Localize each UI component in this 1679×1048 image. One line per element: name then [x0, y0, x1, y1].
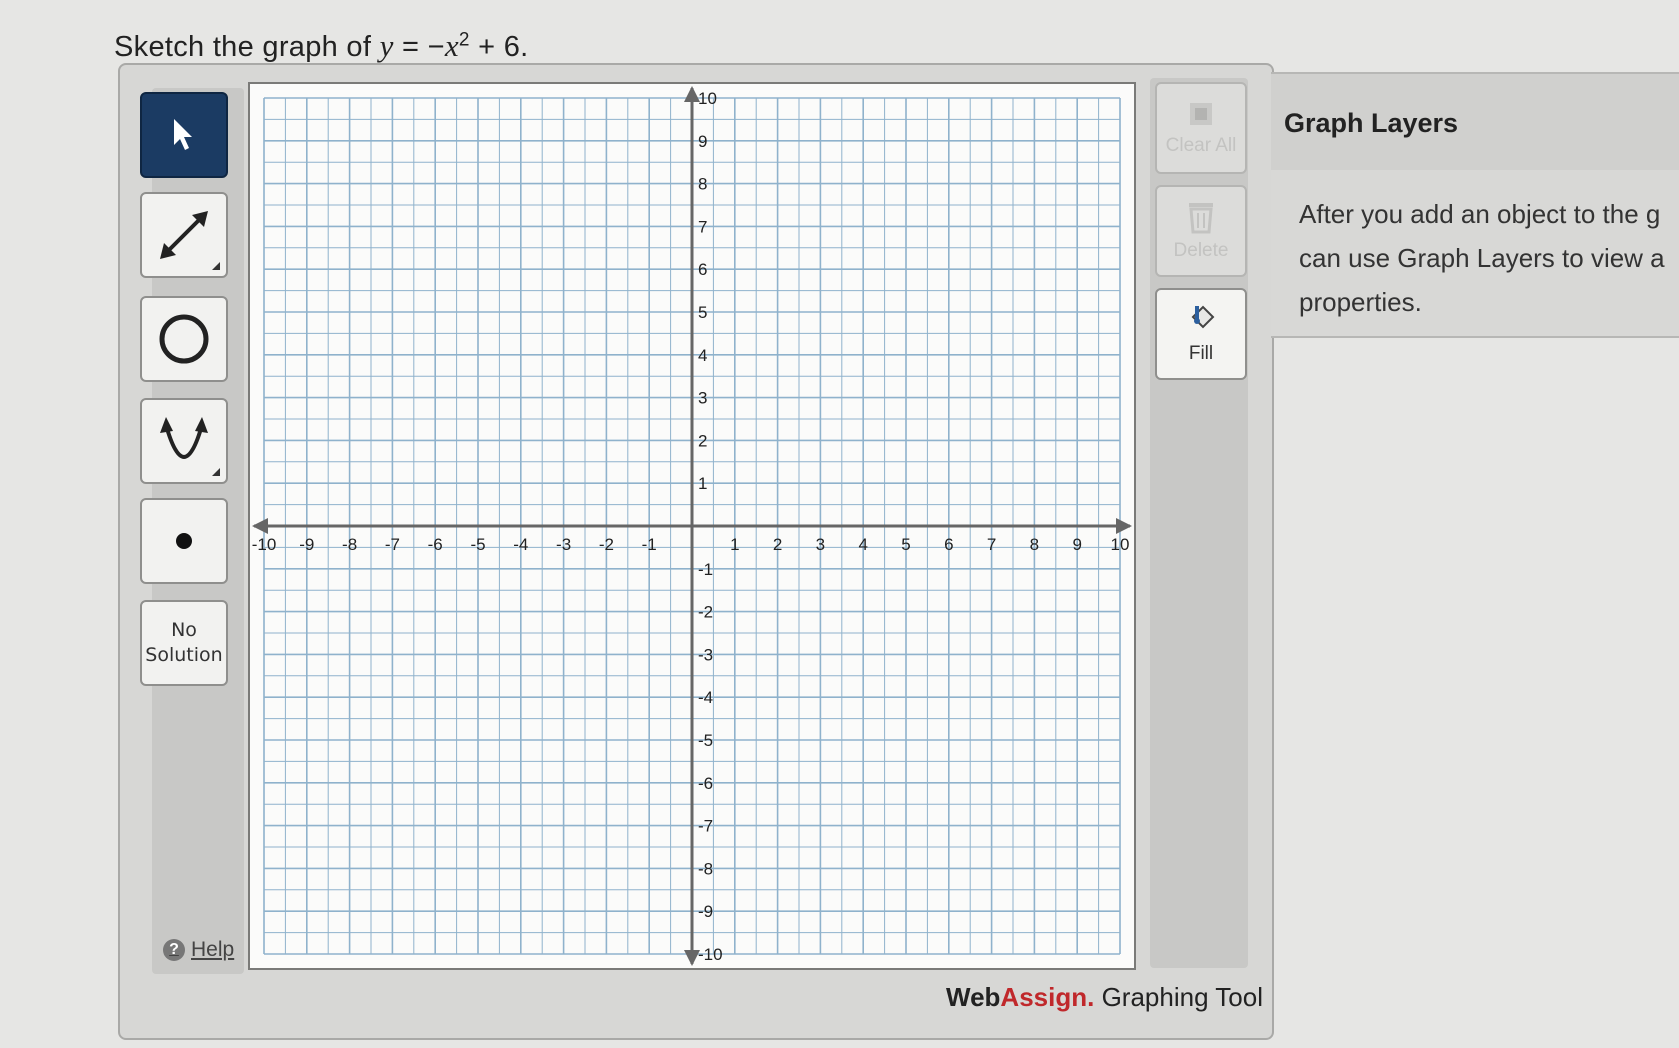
line-tool-expand-indicator	[212, 262, 220, 270]
parabola-tool-expand-indicator	[212, 468, 220, 476]
x-axis-arrow-right	[1116, 518, 1132, 534]
x-tick-label: -1	[642, 535, 657, 554]
x-tick-label: 10	[1111, 535, 1130, 554]
fill-button[interactable]: Fill	[1155, 288, 1247, 380]
webassign-branding: WebAssign. Graphing Tool	[946, 982, 1263, 1013]
coordinate-plane[interactable]: -10 -9 -8 -7 -6 -5 -4 -3 -2 -1 1 2 3 4 5 6 7 8 9 10 10 9 8 7 6 5 4…	[250, 84, 1134, 968]
x-tick-label: -8	[342, 535, 357, 554]
brand-web: Web	[946, 982, 1001, 1012]
x-tick-label: 1	[730, 535, 739, 554]
y-tick-label: -10	[698, 945, 723, 964]
graph-layers-header[interactable]: Graph Layers	[1271, 72, 1679, 172]
arrow-pointer-icon	[174, 119, 192, 150]
line-tool-button[interactable]	[140, 192, 228, 278]
y-tick-label: 4	[698, 346, 707, 365]
y-tick-label: -9	[698, 902, 713, 921]
question-eq: = −	[401, 31, 445, 63]
question-var-x: x	[444, 28, 459, 63]
delete-label: Delete	[1173, 240, 1229, 261]
y-tick-label: 1	[698, 474, 707, 493]
x-tick-label: -5	[470, 535, 485, 554]
point-tool-button[interactable]	[140, 498, 228, 584]
y-tick-label: -4	[698, 688, 713, 707]
question-var-y: y	[379, 28, 394, 63]
y-tick-label: 8	[698, 175, 707, 194]
clear-all-label: Clear All	[1165, 135, 1237, 156]
x-tick-label: 2	[773, 535, 782, 554]
x-tick-label: 9	[1072, 535, 1081, 554]
y-tick-label: -5	[698, 731, 713, 750]
delete-button[interactable]: Delete	[1155, 185, 1247, 277]
fill-label: Fill	[1188, 343, 1214, 364]
help-icon: ?	[163, 939, 185, 961]
brand-graphing-tool: Graphing Tool	[1101, 982, 1263, 1012]
no-solution-line1: No	[171, 619, 197, 641]
question-prefix: Sketch the graph of	[114, 31, 372, 63]
trash-icon	[1189, 203, 1213, 234]
select-tool-button[interactable]	[140, 92, 228, 178]
y-tick-label: -8	[698, 859, 713, 878]
circle-tool-button[interactable]	[140, 296, 228, 382]
x-tick-label: -10	[252, 535, 277, 554]
circle-icon	[159, 314, 209, 364]
x-tick-label: 5	[901, 535, 910, 554]
x-tick-label: 3	[816, 535, 825, 554]
question-suffix: + 6.	[478, 31, 529, 63]
parabola-icon	[160, 417, 208, 459]
x-tick-label: 6	[944, 535, 953, 554]
clear-all-icon	[1190, 103, 1212, 125]
y-tick-label: -7	[698, 817, 713, 836]
x-tick-label: 8	[1030, 535, 1039, 554]
x-tick-label: -2	[599, 535, 614, 554]
parabola-tool-button[interactable]	[140, 398, 228, 484]
x-tick-label: -9	[299, 535, 314, 554]
clear-all-button[interactable]: Clear All	[1155, 82, 1247, 174]
help-label: Help	[191, 938, 235, 961]
paint-bucket-icon	[1191, 305, 1215, 329]
y-tick-label: -2	[698, 603, 713, 622]
no-solution-button[interactable]: No Solution	[140, 600, 228, 686]
y-tick-label: 7	[698, 217, 707, 236]
x-tick-label: 4	[858, 535, 867, 554]
x-tick-label: -4	[513, 535, 528, 554]
x-tick-label: -6	[428, 535, 443, 554]
y-tick-label: 6	[698, 260, 707, 279]
x-tick-label: -7	[385, 535, 400, 554]
brand-assign: Assign.	[1000, 982, 1095, 1012]
y-tick-label: -6	[698, 774, 713, 793]
question-text: Sketch the graph of y = −x2 + 6.	[114, 28, 529, 64]
y-tick-label: 2	[698, 431, 707, 450]
point-icon	[176, 533, 192, 549]
y-tick-label: -3	[698, 645, 713, 664]
graph-layers-title: Graph Layers	[1284, 108, 1459, 138]
double-arrow-line-icon	[160, 211, 208, 259]
x-tick-label: 7	[987, 535, 996, 554]
graph-layers-description: After you add an object to the g can use…	[1299, 199, 1665, 317]
y-tick-label: 5	[698, 303, 707, 322]
y-tick-label: -1	[698, 560, 713, 579]
help-link[interactable]: ? Help	[163, 938, 234, 962]
graph-layers-panel: After you add an object to the g can use…	[1271, 170, 1679, 338]
graph-canvas[interactable]: -10 -9 -8 -7 -6 -5 -4 -3 -2 -1 1 2 3 4 5 6 7 8 9 10 10 9 8 7 6 5 4…	[248, 82, 1136, 970]
x-tick-label: -3	[556, 535, 571, 554]
y-tick-label: 9	[698, 132, 707, 151]
x-axis-arrow-left	[252, 518, 268, 534]
y-tick-label: 10	[698, 89, 717, 108]
question-exponent: 2	[458, 29, 470, 51]
no-solution-line2: Solution	[145, 644, 223, 666]
y-tick-label: 3	[698, 389, 707, 408]
